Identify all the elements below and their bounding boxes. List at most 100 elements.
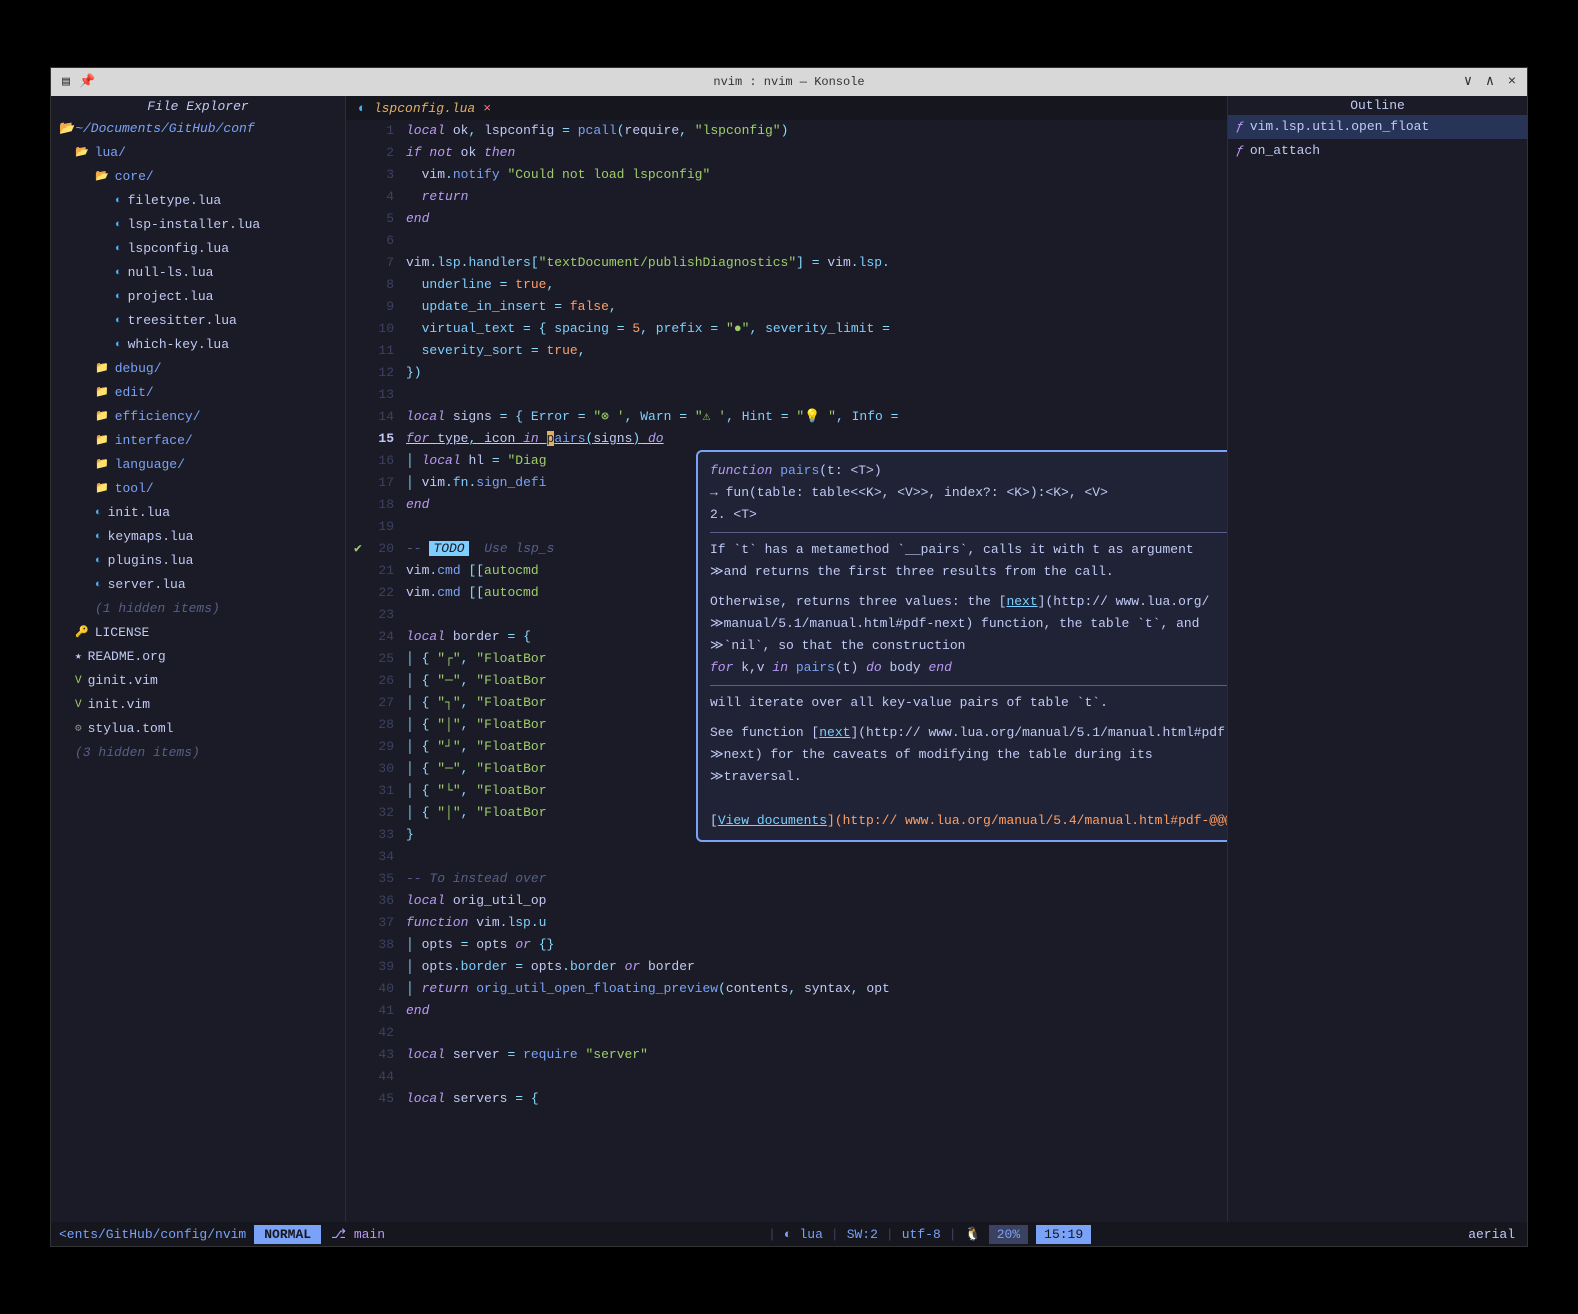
file-tree-item[interactable]: 📂lua/ xyxy=(51,141,345,165)
file-tree-item[interactable]: ◐lspconfig.lua xyxy=(51,237,345,261)
code-line[interactable]: local orig_util_op xyxy=(406,890,1227,912)
code-line[interactable]: │ opts = opts or {} xyxy=(406,934,1227,956)
file-tree-item: (3 hidden items) xyxy=(51,741,345,765)
file-tree-item[interactable]: Vginit.vim xyxy=(51,669,345,693)
pin-icon[interactable]: 📌 xyxy=(79,75,93,89)
code-line[interactable]: local ok, lspconfig = pcall(require, "ls… xyxy=(406,120,1227,142)
file-explorer[interactable]: File Explorer 📂 ~/Documents/GitHub/conf … xyxy=(51,96,346,1222)
next-link[interactable]: next xyxy=(1006,594,1037,609)
view-documents-link[interactable]: View documents xyxy=(718,813,827,828)
code-line[interactable]: virtual_text = { spacing = 5, prefix = "… xyxy=(406,318,1227,340)
file-tree-item[interactable]: ★README.org xyxy=(51,645,345,669)
code-line[interactable]: function vim.lsp.u xyxy=(406,912,1227,934)
code-line[interactable]: end xyxy=(406,208,1227,230)
tab-label: lspconfig.lua xyxy=(374,101,475,116)
file-tree-item[interactable]: 🔑LICENSE xyxy=(51,621,345,645)
code-area[interactable]: 12345678910111213141516171819✔2021222324… xyxy=(346,120,1227,1222)
lua-icon: ◐ xyxy=(95,526,102,548)
file-tree-item[interactable]: 📁interface/ xyxy=(51,429,345,453)
code-line[interactable]: local server = require "server" xyxy=(406,1044,1227,1066)
file-tree-item[interactable]: ⚙stylua.toml xyxy=(51,717,345,741)
status-sw: SW:2 xyxy=(847,1227,878,1242)
folder-open-icon: 📂 xyxy=(95,166,109,188)
outline-panel[interactable]: Outline ƒvim.lsp.util.open_floatƒon_atta… xyxy=(1227,96,1527,1222)
vim-icon: V xyxy=(75,694,82,716)
editor[interactable]: ◐ lspconfig.lua × 1234567891011121314151… xyxy=(346,96,1227,1222)
window-title: nvim : nvim — Konsole xyxy=(713,75,864,89)
status-branch: ⎇ main xyxy=(321,1227,395,1242)
file-tree-item[interactable]: ◐which-key.lua xyxy=(51,333,345,357)
code-line[interactable] xyxy=(406,230,1227,252)
folder-closed-icon: 📁 xyxy=(95,454,109,476)
file-tree-item[interactable]: ◐filetype.lua xyxy=(51,189,345,213)
konsole-window: ▤ 📌 nvim : nvim — Konsole ∨ ∧ × File Exp… xyxy=(50,67,1528,1247)
hover-viewdoc: [View documents](http:// www.lua.org/man… xyxy=(710,810,1227,832)
hover-p4d: ≫traversal. xyxy=(710,766,1227,788)
statusline: <ents/GitHub/config/nvim NORMAL ⎇ main |… xyxy=(51,1222,1527,1246)
outline-item[interactable]: ƒvim.lsp.util.open_float xyxy=(1228,115,1527,139)
file-tree-item[interactable]: ◐treesitter.lua xyxy=(51,309,345,333)
status-lang: ◐ lua xyxy=(784,1227,823,1242)
code-line[interactable]: -- To instead over xyxy=(406,868,1227,890)
lua-icon: ◐ xyxy=(115,334,122,356)
file-tree-item[interactable]: ◐init.lua xyxy=(51,501,345,525)
code-line[interactable]: │ return orig_util_open_floating_preview… xyxy=(406,978,1227,1000)
hover-p2: Otherwise, returns three values: the [ne… xyxy=(710,591,1227,613)
file-tree-item[interactable]: 📁tool/ xyxy=(51,477,345,501)
code-line[interactable]: local signs = { Error = "⊗ ', Warn = "⚠ … xyxy=(406,406,1227,428)
tab-bar: ◐ lspconfig.lua × xyxy=(346,96,1227,120)
file-explorer-root[interactable]: 📂 ~/Documents/GitHub/conf xyxy=(51,117,345,141)
code-line[interactable]: vim.lsp.handlers["textDocument/publishDi… xyxy=(406,252,1227,274)
file-tree-item[interactable]: ◐keymaps.lua xyxy=(51,525,345,549)
code-line[interactable] xyxy=(406,1066,1227,1088)
code-line[interactable]: severity_sort = true, xyxy=(406,340,1227,362)
lua-icon: ◐ xyxy=(95,502,102,524)
file-tree-item[interactable]: 📁language/ xyxy=(51,453,345,477)
outline-item[interactable]: ƒon_attach xyxy=(1228,139,1527,163)
folder-closed-icon: 📁 xyxy=(95,406,109,428)
tab-lspconfig[interactable]: ◐ lspconfig.lua × xyxy=(346,99,503,118)
minimize-button[interactable]: ∨ xyxy=(1461,75,1475,89)
code-line[interactable]: end xyxy=(406,1000,1227,1022)
hover-p4: See function [next](http:// www.lua.org/… xyxy=(710,722,1227,744)
vim-icon: V xyxy=(75,670,82,692)
maximize-button[interactable]: ∧ xyxy=(1483,75,1497,89)
hover-p1a: If `t` has a metamethod `__pairs`, calls… xyxy=(710,539,1227,561)
close-button[interactable]: × xyxy=(1505,75,1519,89)
code-line[interactable]: │ opts.border = opts.border or border xyxy=(406,956,1227,978)
code-line[interactable]: if not ok then xyxy=(406,142,1227,164)
file-tree-item[interactable]: ◐server.lua xyxy=(51,573,345,597)
hover-overload: 2. <T> xyxy=(710,504,1227,526)
code-line[interactable]: underline = true, xyxy=(406,274,1227,296)
file-tree-item[interactable]: ◐plugins.lua xyxy=(51,549,345,573)
file-tree-item[interactable]: Vinit.vim xyxy=(51,693,345,717)
file-tree-item[interactable]: 📁edit/ xyxy=(51,381,345,405)
titlebar[interactable]: ▤ 📌 nvim : nvim — Konsole ∨ ∧ × xyxy=(51,68,1527,96)
menu-icon[interactable]: ▤ xyxy=(59,75,73,89)
next-link-2[interactable]: next xyxy=(819,725,850,740)
code-line[interactable]: }) xyxy=(406,362,1227,384)
lua-icon: ◐ xyxy=(95,574,102,596)
code-line[interactable] xyxy=(406,846,1227,868)
code-line[interactable]: local servers = { xyxy=(406,1088,1227,1110)
file-tree-item[interactable]: ◐null-ls.lua xyxy=(51,261,345,285)
lua-icon: ◐ xyxy=(115,286,122,308)
lsp-hover-popup[interactable]: function pairs(t: <T>) → fun(table: tabl… xyxy=(696,450,1227,842)
file-tree-item[interactable]: 📂core/ xyxy=(51,165,345,189)
code-line[interactable] xyxy=(406,1022,1227,1044)
code-line[interactable]: return xyxy=(406,186,1227,208)
tab-close-icon[interactable]: × xyxy=(483,101,491,116)
code-line[interactable]: for type, icon in pairs(signs) do xyxy=(406,428,1227,450)
code-line[interactable]: update_in_insert = false, xyxy=(406,296,1227,318)
file-tree-item[interactable]: ◐lsp-installer.lua xyxy=(51,213,345,237)
code-line[interactable] xyxy=(406,384,1227,406)
folder-open-icon: 📂 xyxy=(75,142,89,164)
file-tree-item[interactable]: 📁efficiency/ xyxy=(51,405,345,429)
hover-p2d: ≫`nil`, so that the construction xyxy=(710,635,1227,657)
file-tree-item[interactable]: ◐project.lua xyxy=(51,285,345,309)
status-center: | ◐ lua | SW:2 | utf-8 | 🐧 20% 15:19 xyxy=(395,1225,1456,1244)
file-tree-item[interactable]: 📁debug/ xyxy=(51,357,345,381)
os-icon: 🐧 xyxy=(965,1227,981,1242)
code-line[interactable]: vim.notify "Could not load lspconfig" xyxy=(406,164,1227,186)
file-explorer-title: File Explorer xyxy=(51,96,345,117)
